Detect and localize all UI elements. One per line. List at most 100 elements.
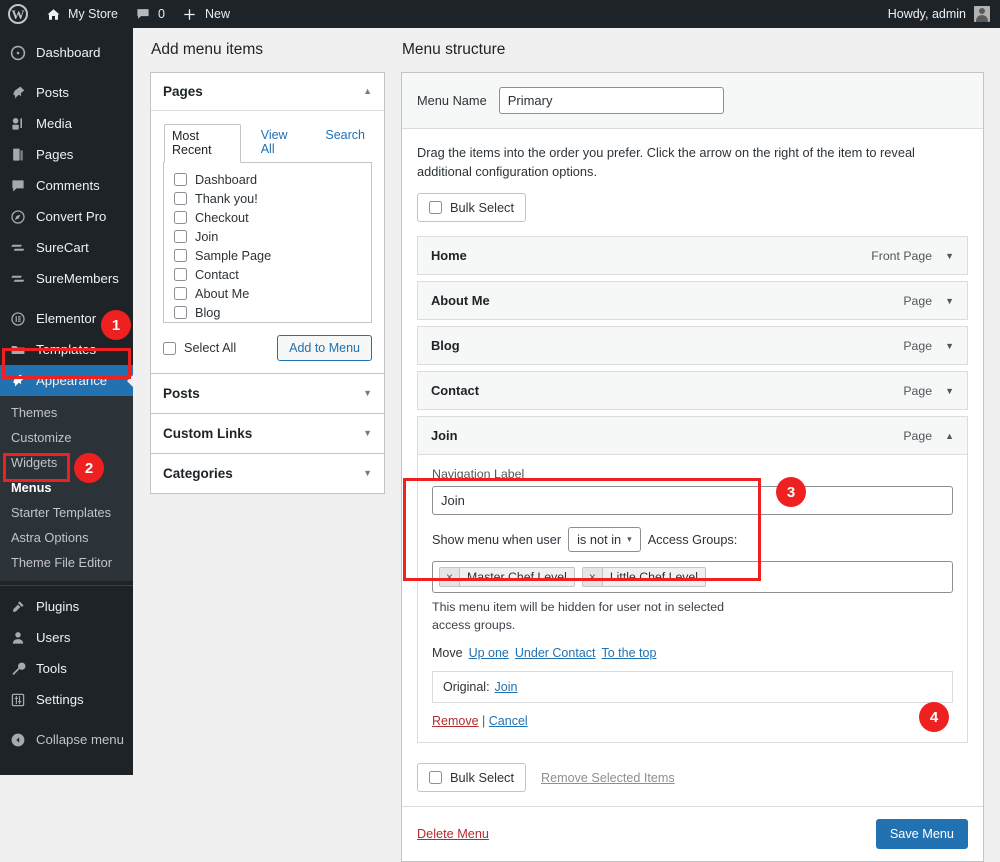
chevron-down-icon[interactable]: ▼ <box>363 389 372 398</box>
access-groups-token-field[interactable]: × Master Chef Level × Little Chef Level <box>432 561 953 594</box>
sidebar-item-plugins[interactable]: Plugins <box>0 591 133 622</box>
accordion-posts[interactable]: Posts ▼ <box>150 374 385 414</box>
menu-item-type: Page <box>903 338 933 353</box>
menu-item-blog[interactable]: Blog Page ▼ <box>417 326 968 366</box>
bulk-select-top[interactable]: Bulk Select <box>417 193 527 223</box>
menu-item-header[interactable]: About Me Page ▼ <box>418 282 967 319</box>
comments-button[interactable]: 0 <box>126 0 173 28</box>
tab-view-all[interactable]: View All <box>254 124 306 163</box>
sidebar-item-users[interactable]: Users <box>0 622 133 653</box>
bulk-select-bottom[interactable]: Bulk Select <box>417 763 527 793</box>
menu-item-header[interactable]: Join Page ▲ <box>418 417 967 456</box>
delete-menu-link[interactable]: Delete Menu <box>417 827 489 841</box>
move-label: Move <box>432 646 463 661</box>
sidebar-subitem-menus[interactable]: Menus <box>0 475 133 500</box>
sidebar-subitem-widgets[interactable]: Widgets <box>0 450 133 475</box>
checkbox[interactable] <box>174 192 187 205</box>
token-master-chef-level[interactable]: × Master Chef Level <box>439 567 575 588</box>
original-label: Original: <box>443 680 490 695</box>
checkbox[interactable] <box>174 306 187 319</box>
sidebar-subitem-astra-options[interactable]: Astra Options <box>0 525 133 550</box>
wordpress-logo-button[interactable]: W <box>0 0 36 28</box>
tab-most-recent[interactable]: Most Recent <box>164 124 241 163</box>
token-little-chef-level[interactable]: × Little Chef Level <box>581 567 707 588</box>
menu-item-header[interactable]: Contact Page ▼ <box>418 372 967 409</box>
accordion-categories[interactable]: Categories ▼ <box>150 454 385 494</box>
account-menu[interactable]: Howdy, admin <box>888 6 1000 22</box>
site-name-button[interactable]: My Store <box>36 0 126 28</box>
chevron-down-icon[interactable]: ▼ <box>945 386 954 396</box>
select-all-control[interactable]: Select All <box>163 341 236 355</box>
sidebar-item-pages[interactable]: Pages <box>0 139 133 170</box>
move-up-one-link[interactable]: Up one <box>469 646 509 660</box>
list-item[interactable]: Checkout <box>164 208 371 227</box>
chevron-up-icon[interactable]: ▲ <box>945 431 954 441</box>
sidebar-subitem-customize[interactable]: Customize <box>0 425 133 450</box>
checkbox[interactable] <box>174 287 187 300</box>
sidebar-item-appearance[interactable]: Appearance <box>0 365 133 396</box>
add-to-menu-button[interactable]: Add to Menu <box>277 335 372 361</box>
menu-item-header[interactable]: Home Front Page ▼ <box>418 237 967 274</box>
list-item[interactable]: Dashboard <box>164 170 371 189</box>
chevron-down-icon[interactable]: ▼ <box>945 251 954 261</box>
checkbox[interactable] <box>174 230 187 243</box>
chevron-down-icon[interactable]: ▼ <box>363 429 372 438</box>
new-content-button[interactable]: New <box>173 0 238 28</box>
menu-name-input[interactable] <box>498 87 724 114</box>
list-item[interactable]: Blog <box>164 303 371 322</box>
menu-item-about-me[interactable]: About Me Page ▼ <box>417 281 968 321</box>
pages-panel-header[interactable]: Pages ▲ <box>151 73 384 111</box>
menu-item-contact[interactable]: Contact Page ▼ <box>417 371 968 411</box>
users-icon <box>9 629 27 647</box>
sidebar-subitem-themes[interactable]: Themes <box>0 400 133 425</box>
sidebar-item-tools[interactable]: Tools <box>0 653 133 684</box>
token-remove-icon[interactable]: × <box>440 568 461 587</box>
list-item[interactable]: About Me <box>164 284 371 303</box>
list-item[interactable]: Sample Page <box>164 246 371 265</box>
sidebar-subitem-starter-templates[interactable]: Starter Templates <box>0 500 133 525</box>
chevron-down-icon[interactable]: ▼ <box>945 341 954 351</box>
tab-search[interactable]: Search <box>318 124 372 163</box>
access-condition-select[interactable]: is not in ▾ <box>568 527 641 553</box>
sidebar-item-posts[interactable]: Posts <box>0 77 133 108</box>
sidebar-item-dashboard[interactable]: Dashboard <box>0 37 133 68</box>
remove-selected-items-link[interactable]: Remove Selected Items <box>541 771 675 785</box>
sidebar-label: Convert Pro <box>36 209 107 224</box>
chevron-down-icon[interactable]: ▼ <box>363 469 372 478</box>
menu-item-home[interactable]: Home Front Page ▼ <box>417 236 968 276</box>
sidebar-item-surecart[interactable]: SureCart <box>0 232 133 263</box>
menu-item-type: Page <box>903 383 933 398</box>
chevron-down-icon[interactable]: ▼ <box>945 296 954 306</box>
sidebar-label: Appearance <box>36 373 108 388</box>
sidebar-item-media[interactable]: Media <box>0 108 133 139</box>
menu-item-header[interactable]: Blog Page ▼ <box>418 327 967 364</box>
checkbox[interactable] <box>174 268 187 281</box>
original-link[interactable]: Join <box>495 680 518 694</box>
sidebar-item-suremembers[interactable]: SureMembers <box>0 263 133 294</box>
save-menu-button[interactable]: Save Menu <box>875 819 968 850</box>
sidebar-item-collapse-menu[interactable]: Collapse menu <box>0 724 133 755</box>
bulk-select-checkbox[interactable] <box>429 201 442 215</box>
checkbox[interactable] <box>174 249 187 262</box>
list-item[interactable]: Thank you! <box>164 189 371 208</box>
bulk-select-checkbox[interactable] <box>429 771 442 785</box>
select-all-checkbox[interactable] <box>163 341 176 355</box>
list-item[interactable]: Contact <box>164 265 371 284</box>
remove-link[interactable]: Remove <box>432 714 479 728</box>
list-item[interactable]: Join <box>164 227 371 246</box>
move-to-the-top-link[interactable]: To the top <box>602 646 657 660</box>
menu-item-title: About Me <box>431 293 490 309</box>
move-under-contact-link[interactable]: Under Contact <box>515 646 596 660</box>
sidebar-subitem-theme-file-editor[interactable]: Theme File Editor <box>0 550 133 575</box>
navigation-label-input[interactable] <box>432 486 953 516</box>
accordion-custom-links[interactable]: Custom Links ▼ <box>150 414 385 454</box>
cancel-link[interactable]: Cancel <box>489 714 528 728</box>
sidebar-item-comments[interactable]: Comments <box>0 170 133 201</box>
sidebar-item-settings[interactable]: Settings <box>0 684 133 715</box>
checkbox[interactable] <box>174 173 187 186</box>
menu-item-join[interactable]: Join Page ▲ Navigation Label Show menu w… <box>417 416 968 744</box>
token-remove-icon[interactable]: × <box>582 568 603 587</box>
checkbox[interactable] <box>174 211 187 224</box>
chevron-up-icon[interactable]: ▲ <box>363 87 372 96</box>
sidebar-item-convert-pro[interactable]: Convert Pro <box>0 201 133 232</box>
